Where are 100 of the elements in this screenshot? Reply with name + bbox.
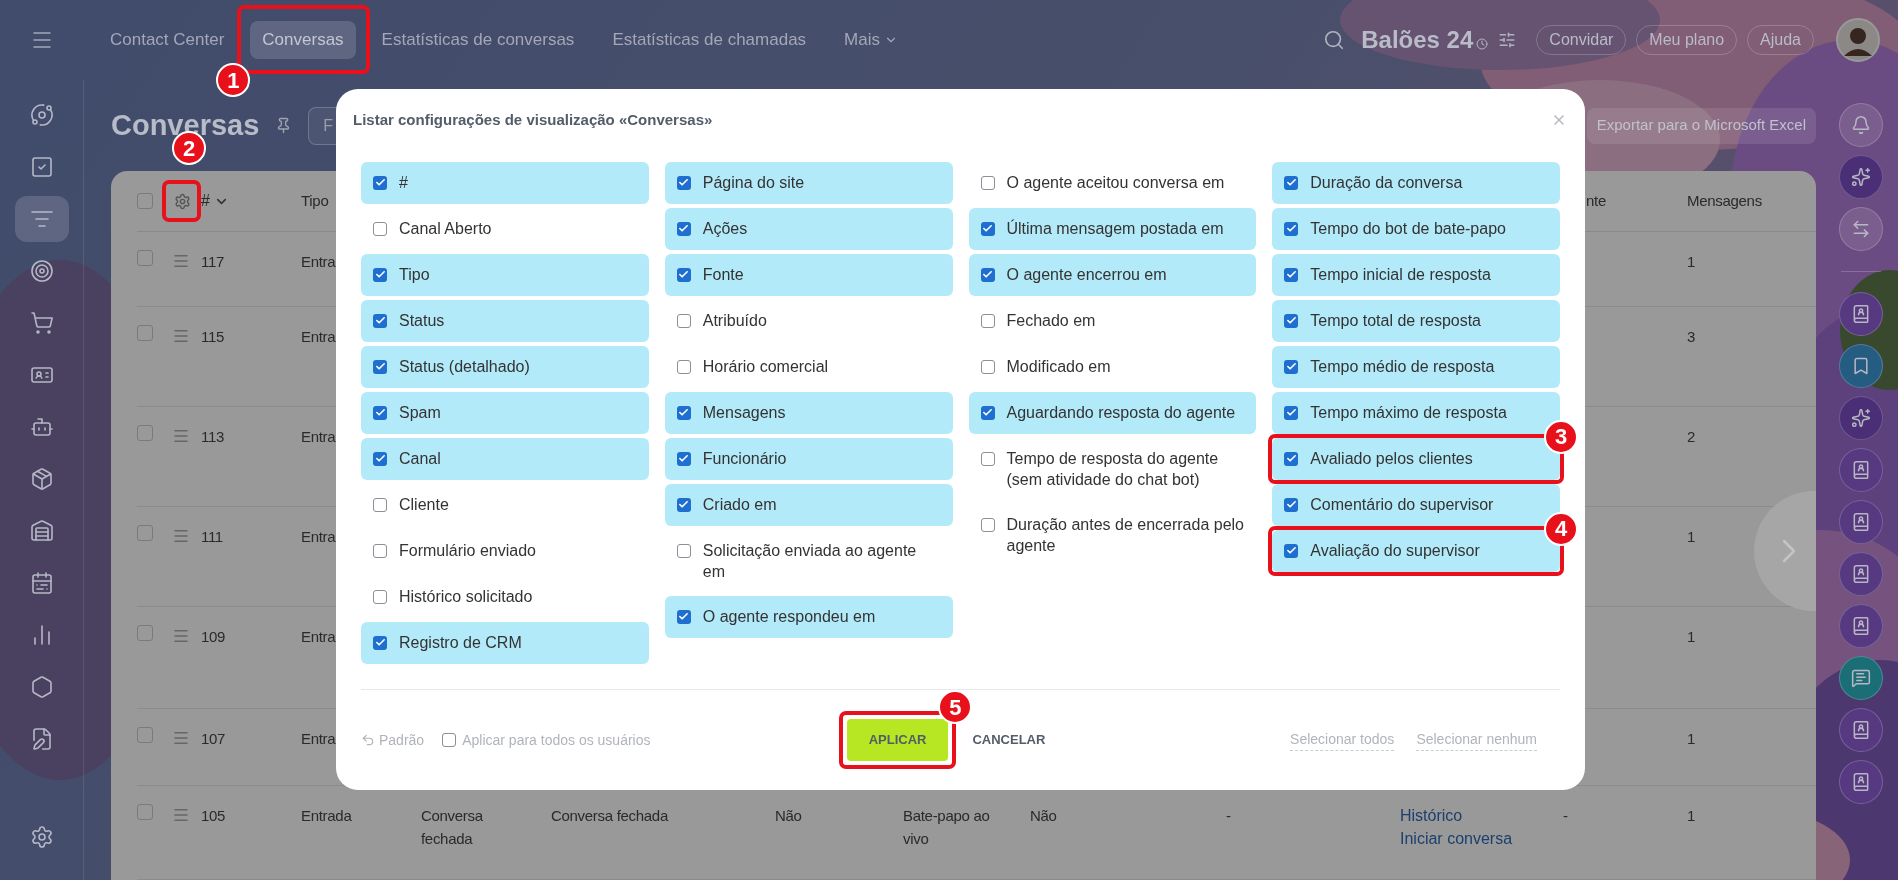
option-checkbox[interactable] bbox=[676, 313, 691, 328]
option-checkbox[interactable] bbox=[980, 451, 995, 466]
option-checkbox[interactable] bbox=[1284, 267, 1299, 282]
drag-handle-icon[interactable] bbox=[172, 427, 190, 445]
option-checkbox[interactable] bbox=[373, 359, 387, 374]
column-header[interactable]: # bbox=[201, 189, 210, 213]
option-checkbox[interactable] bbox=[1284, 543, 1299, 558]
option-checkbox[interactable] bbox=[980, 517, 995, 532]
option-checkbox[interactable] bbox=[676, 497, 691, 512]
bell-icon[interactable] bbox=[1839, 103, 1883, 147]
option-checkbox[interactable] bbox=[1284, 175, 1299, 190]
row-checkbox[interactable] bbox=[137, 250, 153, 266]
search-icon[interactable] bbox=[1323, 29, 1346, 51]
column-option[interactable]: Funcionário bbox=[664, 437, 953, 480]
funnel-icon[interactable] bbox=[14, 196, 69, 242]
option-checkbox[interactable] bbox=[1284, 359, 1299, 374]
option-checkbox[interactable] bbox=[373, 497, 387, 512]
option-checkbox[interactable] bbox=[676, 359, 691, 374]
row-checkbox[interactable] bbox=[137, 804, 153, 820]
select-all-checkbox[interactable] bbox=[137, 193, 153, 209]
option-checkbox[interactable] bbox=[676, 175, 691, 190]
table-cell-text: 3 bbox=[1687, 327, 1696, 347]
table-link[interactable]: Iniciar conversa bbox=[1400, 827, 1513, 850]
column-option[interactable]: Status bbox=[361, 299, 649, 342]
column-header[interactable]: Tipo bbox=[301, 192, 329, 209]
column-option[interactable]: Página do site bbox=[664, 161, 953, 204]
option-checkbox[interactable] bbox=[373, 635, 387, 650]
callout-badge: 5 bbox=[938, 690, 973, 724]
option-checkbox[interactable] bbox=[373, 589, 387, 604]
table-cell-text: - bbox=[1226, 806, 1231, 826]
option-checkbox[interactable] bbox=[980, 405, 995, 420]
column-option[interactable]: Registro de CRM bbox=[361, 621, 649, 664]
row-checkbox[interactable] bbox=[137, 525, 153, 541]
column-header[interactable]: nte bbox=[1586, 192, 1606, 209]
column-option[interactable]: Última mensagem postada em bbox=[968, 207, 1257, 250]
column-option[interactable]: Tipo bbox=[361, 253, 649, 296]
column-option[interactable]: Canal bbox=[361, 437, 649, 480]
column-option[interactable]: Tempo médio de resposta bbox=[1272, 345, 1560, 388]
option-checkbox[interactable] bbox=[980, 175, 995, 190]
option-checkbox[interactable] bbox=[980, 221, 995, 236]
option-checkbox[interactable] bbox=[980, 267, 995, 282]
avatar[interactable] bbox=[1836, 18, 1880, 62]
option-checkbox[interactable] bbox=[676, 221, 691, 236]
column-option[interactable]: O agente encerrou em bbox=[968, 253, 1257, 296]
column-option[interactable]: Tempo inicial de resposta bbox=[1272, 253, 1560, 296]
option-checkbox[interactable] bbox=[1284, 313, 1299, 328]
option-checkbox[interactable] bbox=[373, 543, 387, 558]
column-option[interactable]: O agente respondeu em bbox=[664, 595, 953, 638]
option-checkbox[interactable] bbox=[980, 313, 995, 328]
option-checkbox[interactable] bbox=[676, 267, 691, 282]
nav-tab[interactable]: Estatísticas de conversas bbox=[369, 21, 587, 59]
row-checkbox[interactable] bbox=[137, 727, 153, 743]
option-checkbox[interactable] bbox=[1284, 405, 1299, 420]
column-option[interactable]: Duração da conversa bbox=[1272, 161, 1560, 204]
option-checkbox[interactable] bbox=[373, 405, 387, 420]
column-option[interactable]: # bbox=[361, 161, 649, 204]
table-cell-text: 1 bbox=[1687, 527, 1696, 547]
option-checkbox[interactable] bbox=[1284, 221, 1299, 236]
column-header[interactable]: Mensagens bbox=[1687, 192, 1762, 209]
column-option[interactable]: Ações bbox=[664, 207, 953, 250]
drag-handle-icon[interactable] bbox=[172, 806, 190, 824]
option-checkbox[interactable] bbox=[373, 313, 387, 328]
swap-icon[interactable] bbox=[1839, 207, 1883, 251]
column-option[interactable]: Status (detalhado) bbox=[361, 345, 649, 388]
option-checkbox[interactable] bbox=[980, 359, 995, 374]
option-checkbox[interactable] bbox=[373, 175, 387, 190]
nav-tab[interactable]: Contact Center bbox=[98, 21, 237, 59]
drag-handle-icon[interactable] bbox=[172, 729, 190, 747]
option-checkbox[interactable] bbox=[676, 451, 691, 466]
column-option[interactable]: Fonte bbox=[664, 253, 953, 296]
column-option[interactable]: Aguardando resposta do agente bbox=[968, 391, 1257, 434]
option-checkbox[interactable] bbox=[676, 609, 691, 624]
settings-icon[interactable] bbox=[173, 192, 191, 210]
option-checkbox[interactable] bbox=[676, 405, 691, 420]
option-checkbox[interactable] bbox=[1284, 451, 1299, 466]
sliders-icon[interactable] bbox=[1498, 31, 1517, 49]
row-checkbox[interactable] bbox=[137, 425, 153, 441]
row-checkbox[interactable] bbox=[137, 625, 153, 641]
apply-all-checkbox[interactable] bbox=[442, 733, 457, 747]
table-link[interactable]: Histórico bbox=[1400, 804, 1463, 827]
drag-handle-icon[interactable] bbox=[172, 327, 190, 345]
column-option[interactable]: Spam bbox=[361, 391, 649, 434]
drag-handle-icon[interactable] bbox=[172, 527, 190, 545]
drag-handle-icon[interactable] bbox=[172, 627, 190, 645]
table-cell-text: 117 bbox=[201, 252, 224, 272]
apply-button[interactable]: APLICAR bbox=[846, 719, 949, 761]
table-cell-text: Bate-papo ao vivo bbox=[903, 806, 991, 849]
column-option[interactable]: Tempo do bot de bate-papo bbox=[1272, 207, 1560, 250]
option-checkbox[interactable] bbox=[373, 221, 387, 236]
option-checkbox[interactable] bbox=[1284, 497, 1299, 512]
column-option[interactable]: Mensagens bbox=[664, 391, 953, 434]
option-checkbox[interactable] bbox=[676, 543, 691, 558]
drag-handle-icon[interactable] bbox=[172, 252, 190, 270]
column-option[interactable]: Criado em bbox=[664, 483, 953, 526]
option-checkbox[interactable] bbox=[373, 451, 387, 466]
option-checkbox[interactable] bbox=[373, 267, 387, 282]
row-checkbox[interactable] bbox=[137, 325, 153, 341]
column-option[interactable]: Tempo total de resposta bbox=[1272, 299, 1560, 342]
table-cell-text: 2 bbox=[1687, 427, 1696, 447]
undo-icon bbox=[361, 733, 375, 747]
